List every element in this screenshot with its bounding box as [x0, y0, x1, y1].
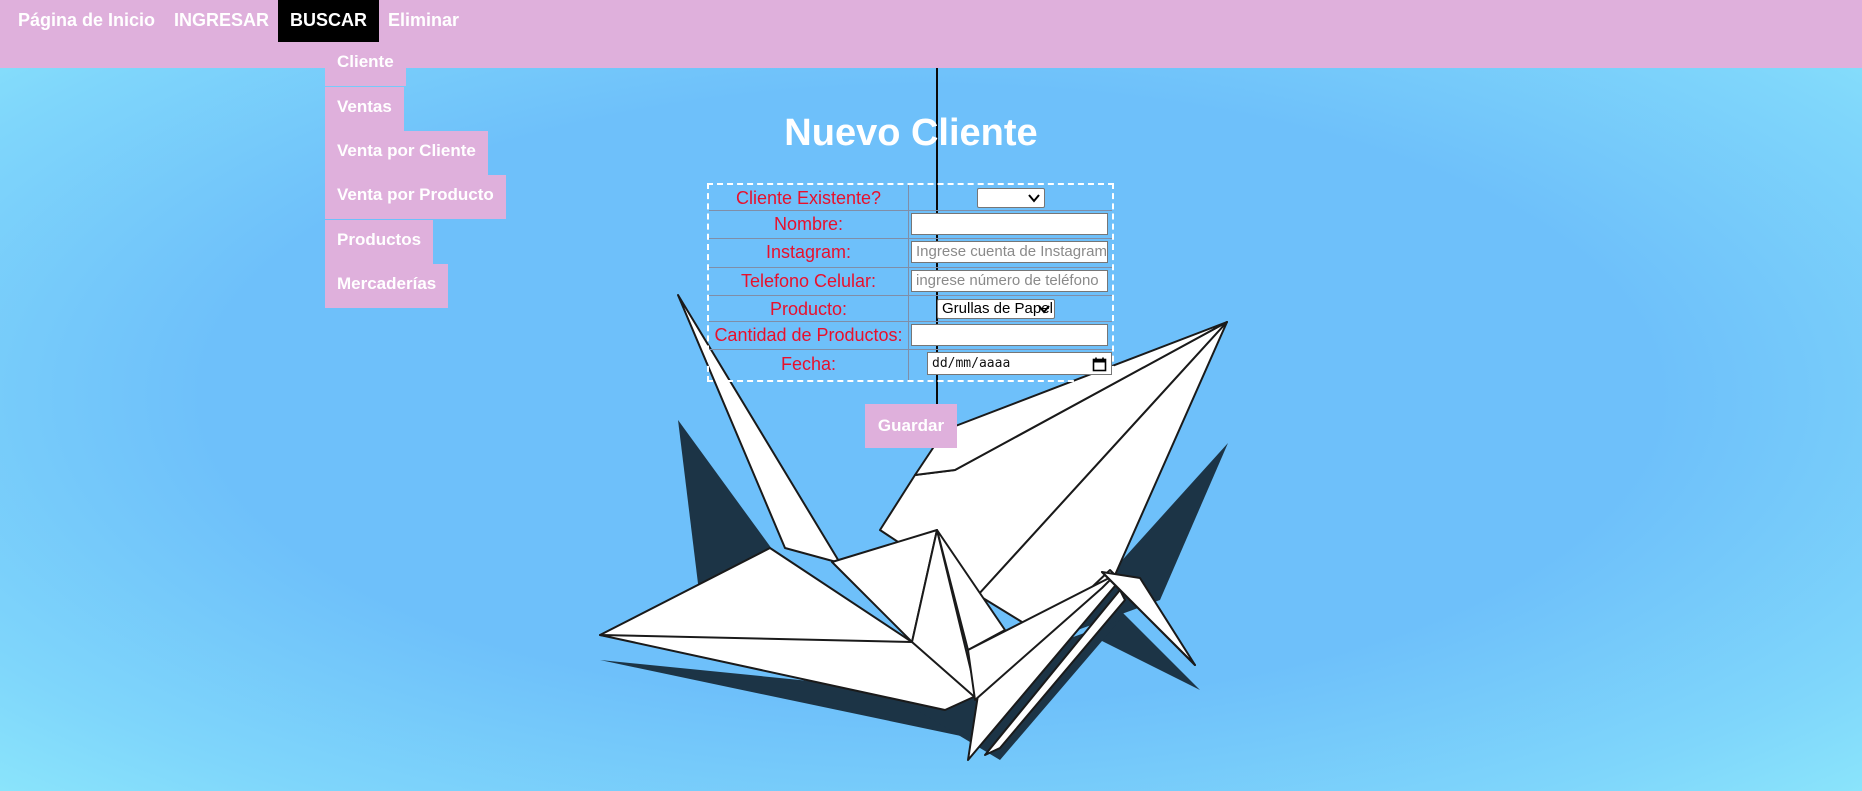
calendar-icon[interactable]	[1092, 357, 1107, 372]
product-label: Producto:	[709, 296, 909, 321]
chevron-down-icon	[1038, 305, 1050, 314]
form-row-name: Nombre:	[709, 211, 1112, 239]
form-row-phone: Telefono Celular: ingrese número de telé…	[709, 268, 1112, 296]
save-button[interactable]: Guardar	[865, 404, 957, 448]
nav-item-ingresar[interactable]: INGRESAR	[162, 0, 281, 42]
chevron-down-icon	[1028, 194, 1040, 203]
nav-item-inicio[interactable]: Página de Inicio	[6, 0, 167, 42]
form-row-existing: Cliente Existente?	[709, 185, 1112, 211]
form-row-date: Fecha: dd/mm/aaaa	[709, 350, 1112, 380]
dropdown-item-venta-por-producto[interactable]: Venta por Producto	[325, 175, 506, 219]
name-label: Nombre:	[709, 211, 909, 238]
nav-item-buscar[interactable]: BUSCAR	[278, 0, 380, 42]
existing-client-label: Cliente Existente?	[709, 185, 909, 210]
date-placeholder: dd/mm/aaaa	[932, 356, 1011, 371]
quantity-label: Cantidad de Productos:	[709, 322, 909, 349]
dropdown-item-mercaderias[interactable]: Mercaderías	[325, 264, 449, 308]
dropdown-item-cliente[interactable]: Cliente	[325, 42, 406, 86]
phone-label: Telefono Celular:	[709, 268, 909, 295]
existing-client-select[interactable]	[977, 188, 1045, 208]
new-client-form: Cliente Existente? Nombre: Instagram: In…	[707, 183, 1114, 382]
name-input[interactable]	[911, 213, 1108, 235]
form-row-quantity: Cantidad de Productos:	[709, 322, 1112, 350]
instagram-input[interactable]: Ingrese cuenta de Instagram	[911, 241, 1108, 263]
quantity-input[interactable]	[911, 324, 1108, 346]
product-select[interactable]: Grullas de Papel	[937, 299, 1055, 319]
date-label: Fecha:	[709, 350, 909, 380]
top-navbar: Página de Inicio INGRESAR BUSCAR Elimina…	[0, 0, 1862, 68]
form-row-instagram: Instagram: Ingrese cuenta de Instagram	[709, 239, 1112, 268]
form-row-product: Producto: Grullas de Papel	[709, 296, 1112, 322]
dropdown-item-productos[interactable]: Productos	[325, 220, 434, 264]
nav-item-eliminar[interactable]: Eliminar	[376, 0, 471, 42]
page-title: Nuevo Cliente	[784, 112, 1038, 154]
instagram-label: Instagram:	[709, 239, 909, 267]
phone-input[interactable]: ingrese número de teléfono	[911, 270, 1108, 292]
date-input[interactable]: dd/mm/aaaa	[927, 352, 1112, 375]
